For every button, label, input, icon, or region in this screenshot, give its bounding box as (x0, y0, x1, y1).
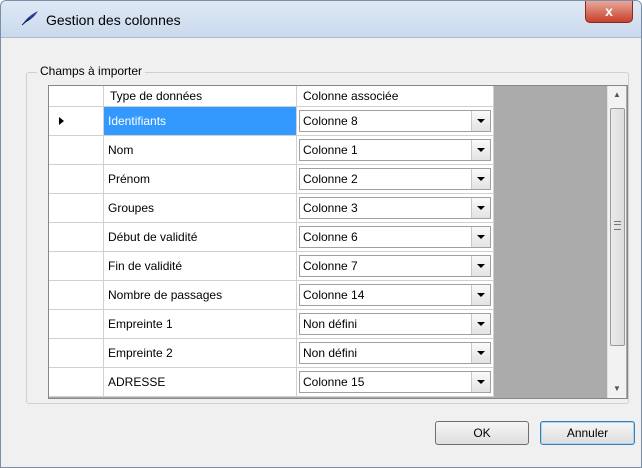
dropdown-arrow-icon[interactable] (471, 285, 490, 305)
row-header-corner (49, 86, 104, 107)
column-select-value: Colonne 8 (303, 114, 358, 128)
table-row[interactable]: Prénom Colonne 2 (49, 165, 494, 194)
data-type-cell[interactable]: Début de validité (104, 223, 297, 252)
table-row[interactable]: ADRESSE Colonne 15 (49, 368, 494, 397)
data-type-cell[interactable]: Empreinte 1 (104, 310, 297, 339)
table-row[interactable]: Nombre de passages Colonne 14 (49, 281, 494, 310)
column-select[interactable]: Colonne 3 (299, 197, 491, 219)
column-select[interactable]: Colonne 14 (299, 284, 491, 306)
table-row[interactable]: Empreinte 2 Non défini (49, 339, 494, 368)
grid-rows: Identifiants Colonne 8 Nom Colonne 1 Prénom C… (49, 107, 494, 397)
data-type-cell[interactable]: ADRESSE (104, 368, 297, 397)
dropdown-arrow-icon[interactable] (471, 314, 490, 334)
data-type-cell[interactable]: Nombre de passages (104, 281, 297, 310)
row-header[interactable] (49, 165, 104, 194)
associated-column-cell: Colonne 1 (297, 136, 494, 165)
dialog-window: Gestion des colonnes x Champs à importer… (0, 0, 642, 468)
column-select[interactable]: Colonne 7 (299, 255, 491, 277)
dropdown-arrow-icon[interactable] (471, 198, 490, 218)
column-select[interactable]: Colonne 1 (299, 139, 491, 161)
header-associated-column[interactable]: Colonne associée (297, 86, 494, 107)
data-type-cell[interactable]: Empreinte 2 (104, 339, 297, 368)
data-type-cell[interactable]: Prénom (104, 165, 297, 194)
scroll-up-icon[interactable]: ▲ (608, 86, 626, 104)
row-header[interactable] (49, 252, 104, 281)
associated-column-cell: Colonne 7 (297, 252, 494, 281)
header-data-type[interactable]: Type de données (104, 86, 297, 107)
data-type-cell[interactable]: Identifiants (104, 107, 297, 136)
dropdown-arrow-icon[interactable] (471, 169, 490, 189)
row-header[interactable] (49, 223, 104, 252)
row-header[interactable] (49, 281, 104, 310)
column-select-value: Colonne 3 (303, 201, 358, 215)
data-type-cell[interactable]: Nom (104, 136, 297, 165)
associated-column-cell: Colonne 6 (297, 223, 494, 252)
column-select-value: Colonne 15 (303, 375, 365, 389)
column-select-value: Non défini (303, 346, 358, 360)
table-row[interactable]: Fin de validité Colonne 7 (49, 252, 494, 281)
associated-column-cell: Colonne 15 (297, 368, 494, 397)
title-bar[interactable]: Gestion des colonnes x (1, 1, 641, 38)
table-row[interactable]: Empreinte 1 Non défini (49, 310, 494, 339)
dropdown-arrow-icon[interactable] (471, 343, 490, 363)
row-header[interactable] (49, 339, 104, 368)
scroll-down-icon[interactable]: ▼ (608, 380, 626, 398)
row-header[interactable] (49, 136, 104, 165)
column-select-value: Colonne 1 (303, 143, 358, 157)
table-row[interactable]: Nom Colonne 1 (49, 136, 494, 165)
associated-column-cell: Colonne 3 (297, 194, 494, 223)
associated-column-cell: Colonne 14 (297, 281, 494, 310)
table-row[interactable]: Début de validité Colonne 6 (49, 223, 494, 252)
column-select[interactable]: Non défini (299, 313, 491, 335)
column-mapping-grid[interactable]: Type de données Colonne associée Identif… (48, 85, 628, 399)
scroll-thumb[interactable] (610, 108, 625, 346)
ok-button[interactable]: OK (435, 421, 529, 445)
row-header[interactable] (49, 310, 104, 339)
feather-icon (21, 11, 38, 26)
dropdown-arrow-icon[interactable] (471, 111, 490, 131)
close-button[interactable]: x (585, 1, 633, 23)
associated-column-cell: Colonne 2 (297, 165, 494, 194)
column-select[interactable]: Colonne 8 (299, 110, 491, 132)
grid-header: Type de données Colonne associée (49, 86, 494, 107)
window-title: Gestion des colonnes (46, 12, 181, 28)
table-row[interactable]: Groupes Colonne 3 (49, 194, 494, 223)
column-select[interactable]: Colonne 15 (299, 371, 491, 393)
grip-icon (614, 221, 621, 230)
cancel-button[interactable]: Annuler (540, 421, 635, 445)
associated-column-cell: Non défini (297, 339, 494, 368)
column-select-value: Colonne 6 (303, 230, 358, 244)
data-type-cell[interactable]: Fin de validité (104, 252, 297, 281)
data-type-cell[interactable]: Groupes (104, 194, 297, 223)
dropdown-arrow-icon[interactable] (471, 227, 490, 247)
dropdown-arrow-icon[interactable] (471, 256, 490, 276)
column-select[interactable]: Non défini (299, 342, 491, 364)
column-select-value: Colonne 7 (303, 259, 358, 273)
row-header[interactable] (49, 368, 104, 397)
column-select-value: Non défini (303, 317, 358, 331)
column-select-value: Colonne 14 (303, 288, 365, 302)
associated-column-cell: Colonne 8 (297, 107, 494, 136)
column-select-value: Colonne 2 (303, 172, 358, 186)
column-select[interactable]: Colonne 2 (299, 168, 491, 190)
current-row-arrow-icon (59, 117, 64, 125)
vertical-scrollbar[interactable]: ▲ ▼ (607, 86, 626, 398)
associated-column-cell: Non défini (297, 310, 494, 339)
dropdown-arrow-icon[interactable] (471, 372, 490, 392)
grid-content: Type de données Colonne associée Identif… (49, 86, 494, 397)
group-label: Champs à importer (37, 64, 146, 78)
row-header[interactable] (49, 107, 104, 136)
column-select[interactable]: Colonne 6 (299, 226, 491, 248)
table-row[interactable]: Identifiants Colonne 8 (49, 107, 494, 136)
row-header[interactable] (49, 194, 104, 223)
dropdown-arrow-icon[interactable] (471, 140, 490, 160)
